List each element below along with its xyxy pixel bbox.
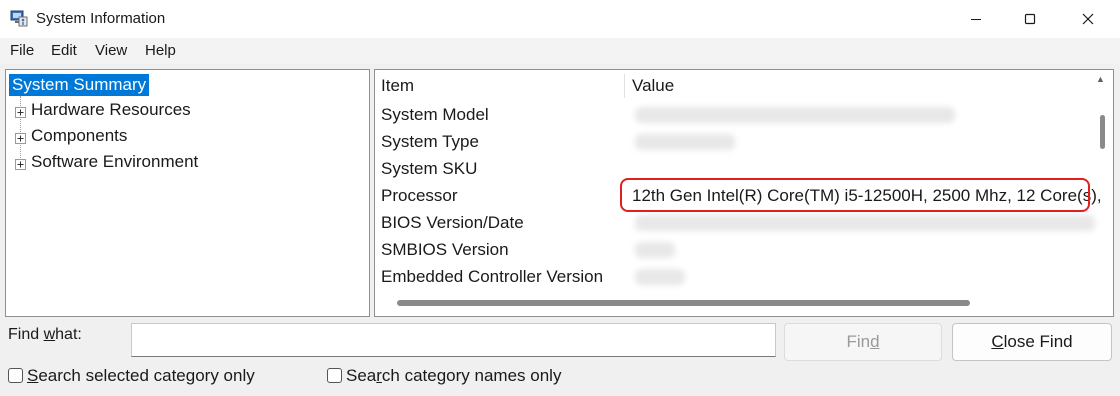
redacted-value xyxy=(635,134,735,150)
column-header-value[interactable]: Value xyxy=(632,70,674,100)
close-button[interactable] xyxy=(1060,0,1116,38)
minimize-button[interactable] xyxy=(948,0,1004,38)
system-information-icon xyxy=(10,9,28,27)
minimize-icon xyxy=(971,19,981,20)
tree-item-software-environment[interactable]: Software Environment xyxy=(31,151,198,173)
search-selected-category-label[interactable]: Search selected category only xyxy=(27,366,255,386)
close-find-button[interactable]: Close Find xyxy=(952,323,1112,361)
row-item-embedded-controller[interactable]: Embedded Controller Version xyxy=(381,266,603,288)
search-category-names-label[interactable]: Search category names only xyxy=(346,366,561,386)
menu-help[interactable]: Help xyxy=(145,42,176,59)
row-item-smbios-version[interactable]: SMBIOS Version xyxy=(381,239,509,261)
expand-icon[interactable] xyxy=(15,157,26,170)
scroll-up-icon[interactable]: ▲ xyxy=(1096,74,1105,84)
find-what-label: Find what: xyxy=(8,326,82,343)
redacted-value xyxy=(635,215,1095,231)
expand-icon[interactable] xyxy=(15,131,26,144)
row-item-bios-version[interactable]: BIOS Version/Date xyxy=(381,212,524,234)
redacted-value xyxy=(635,107,955,123)
column-separator[interactable] xyxy=(624,74,625,98)
menu-file[interactable]: File xyxy=(10,42,34,59)
details-list[interactable]: Item Value System Model System Type Syst… xyxy=(374,69,1114,317)
vertical-scrollbar-thumb[interactable] xyxy=(1100,115,1105,149)
highlight-annotation xyxy=(620,178,1090,212)
column-header-item[interactable]: Item xyxy=(381,70,414,100)
title-bar: System Information xyxy=(0,0,1120,38)
search-selected-category-checkbox[interactable] xyxy=(8,368,23,383)
row-item-processor[interactable]: Processor xyxy=(381,185,458,207)
tree-item-components[interactable]: Components xyxy=(31,125,127,147)
horizontal-scrollbar-thumb[interactable] xyxy=(397,300,970,306)
tree-item-hardware-resources[interactable]: Hardware Resources xyxy=(31,99,191,121)
maximize-button[interactable] xyxy=(1002,0,1058,38)
row-item-system-model[interactable]: System Model xyxy=(381,104,489,126)
window-title: System Information xyxy=(36,10,166,27)
maximize-icon xyxy=(1024,13,1036,25)
horizontal-scrollbar[interactable] xyxy=(375,296,1097,316)
redacted-value xyxy=(635,242,675,258)
row-item-system-type[interactable]: System Type xyxy=(381,131,479,153)
redacted-value xyxy=(635,269,685,285)
find-input[interactable] xyxy=(131,323,776,357)
search-category-names-checkbox[interactable] xyxy=(327,368,342,383)
expand-icon[interactable] xyxy=(15,105,26,118)
find-button[interactable]: Fin d xyxy=(784,323,942,361)
close-icon xyxy=(1082,13,1094,25)
row-item-system-sku[interactable]: System SKU xyxy=(381,158,477,180)
menu-bar: File Edit View Help xyxy=(0,38,1120,64)
tree-item-system-summary[interactable]: System Summary xyxy=(9,74,150,96)
menu-edit[interactable]: Edit xyxy=(51,42,77,59)
menu-view[interactable]: View xyxy=(95,42,127,59)
category-tree[interactable]: System Summary Hardware Resources Compon… xyxy=(5,69,370,317)
